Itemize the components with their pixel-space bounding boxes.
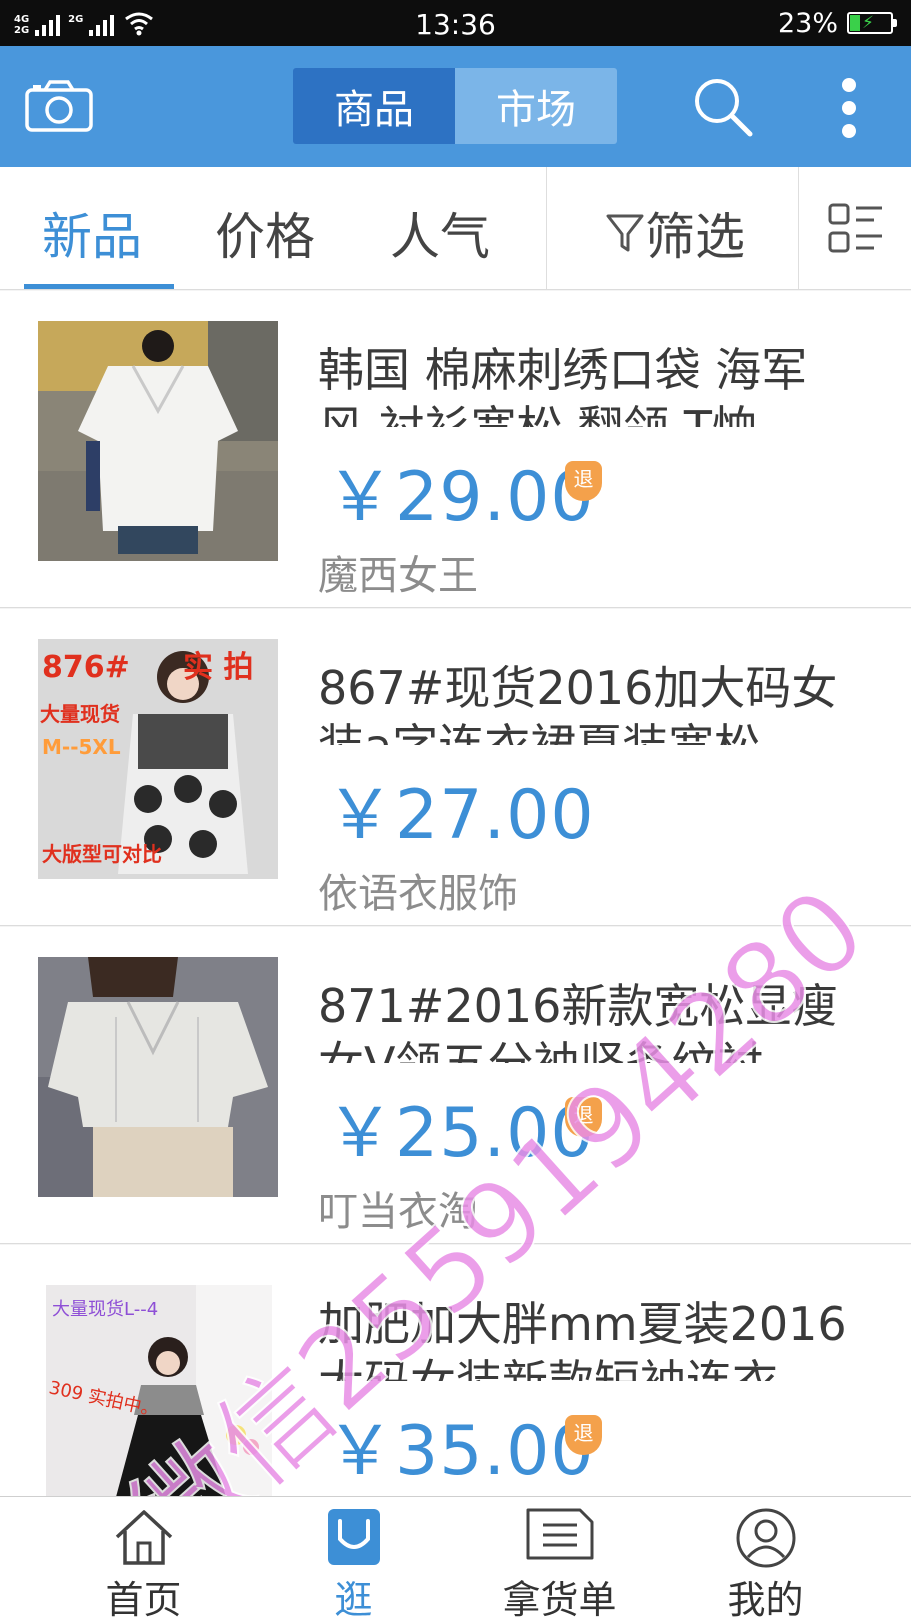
nav-orders-label: 拿货单 [502,1578,617,1620]
product-image[interactable]: 876# 实 拍 大量现货 M--5XL 大版型可对比 [38,639,278,879]
battery-icon: ⚡ [847,12,897,34]
filter-label: 筛选 [645,208,745,266]
product-list: 韩国 棉麻刺绣口袋 海军 风 衬衫宽松 翻领 T恤 … ￥29.00 退 魔西女… [0,291,911,1496]
sort-tab-popularity[interactable]: 人气 [390,197,490,269]
list-layout-icon[interactable] [828,203,884,255]
order-list-icon [526,1508,593,1560]
nav-home[interactable]: 首页 [30,1497,257,1620]
nav-profile-label: 我的 [727,1578,804,1620]
nav-browse[interactable]: 逛 [240,1497,467,1620]
product-title-line1: 加肥加大胖mm夏装2016 [318,1297,847,1351]
return-badge: 退 [565,1415,602,1455]
photo-stock-text: 大量现货L--4 [52,1299,158,1320]
product-title-line1: 871#2016新款宽松显瘦 [318,979,838,1033]
home-icon [115,1510,172,1565]
product-title-line1: 867#现货2016加大码女 [318,661,838,715]
shop-name[interactable]: 魔西女王 [318,543,478,601]
product-item[interactable]: 大量现货L--4 309 实拍中。 加肥加大胖mm夏装2016 大码女装新款短袖… [0,1245,911,1496]
search-icon[interactable] [692,76,754,138]
product-item[interactable]: 871#2016新款宽松显瘦 女V领五分袖竖条纹衬… ￥25.00 退 叮当衣淘 [0,927,911,1244]
nav-browse-label: 逛 [334,1578,373,1620]
filter-button[interactable]: 筛选 [605,197,745,269]
product-price: ￥35.00 [326,1412,595,1491]
nav-profile[interactable]: 我的 [652,1497,879,1620]
tab-goods[interactable]: 商品 [293,68,455,144]
return-badge: 退 [565,1097,602,1137]
photo-tag-text: 实 拍 [183,650,253,685]
photo-compare-text: 大版型可对比 [42,842,162,866]
profile-icon [736,1508,795,1568]
app-header: 商品 市场 [0,46,911,167]
filter-icon [606,214,644,252]
product-image[interactable] [38,957,278,1197]
product-image[interactable] [38,321,278,561]
nav-home-label: 首页 [105,1578,182,1620]
camera-icon[interactable] [25,80,93,132]
tab-market[interactable]: 市场 [455,68,617,144]
product-price: ￥25.00 [326,1094,595,1173]
product-title-line2: 风 衬衫宽松 翻领 T恤 … [318,399,870,427]
product-title-line2: 大码女装新款短袖连衣… [318,1353,870,1381]
sort-tab-price[interactable]: 价格 [215,197,315,269]
product-title-line1: 韩国 棉麻刺绣口袋 海军 [318,343,808,397]
battery-percent: 23% [778,8,839,39]
product-title-line2: 装a字连衣裙夏装宽松… [318,717,870,745]
divider [798,167,799,289]
product-item[interactable]: 韩国 棉麻刺绣口袋 海军 风 衬衫宽松 翻领 T恤 … ￥29.00 退 魔西女… [0,291,911,608]
product-title: 871#2016新款宽松显瘦 女V领五分袖竖条纹衬… [318,977,870,1093]
product-title: 867#现货2016加大码女 装a字连衣裙夏装宽松… [318,659,870,775]
shop-name[interactable]: 叮当衣淘 [318,1179,478,1237]
sort-bar: 新品 价格 人气 筛选 [0,167,911,290]
return-badge: 退 [565,461,602,501]
photo-stock-text: 大量现货 [40,702,120,726]
product-image[interactable]: 大量现货L--4 309 实拍中。 [46,1285,272,1496]
nav-orders[interactable]: 拿货单 [446,1497,673,1620]
shop-name[interactable]: 依语衣服饰 [318,861,518,919]
product-title-line2: 女V领五分袖竖条纹衬… [318,1035,870,1063]
browse-bag-icon [327,1509,380,1565]
more-icon[interactable] [832,74,866,144]
bottom-nav: 首页 逛 拿货单 我的 [0,1496,911,1620]
product-item[interactable]: 876# 实 拍 大量现货 M--5XL 大版型可对比 867#现货2016加大… [0,609,911,926]
divider [546,167,547,289]
product-title: 韩国 棉麻刺绣口袋 海军 风 衬衫宽松 翻领 T恤 … [318,341,870,457]
photo-code-text: 876# [42,650,130,685]
sort-tab-new[interactable]: 新品 [42,197,142,269]
header-segment-control: 商品 市场 [293,68,617,144]
photo-size-text: M--5XL [42,735,121,759]
product-title: 加肥加大胖mm夏装2016 大码女装新款短袖连衣… [318,1295,870,1411]
clock: 13:36 [415,8,496,41]
product-price: ￥27.00 [326,776,595,855]
active-tab-indicator [24,284,174,289]
status-bar: 4G 2G 2G 13:36 23% ⚡ [0,0,911,46]
product-price: ￥29.00 [326,458,595,537]
